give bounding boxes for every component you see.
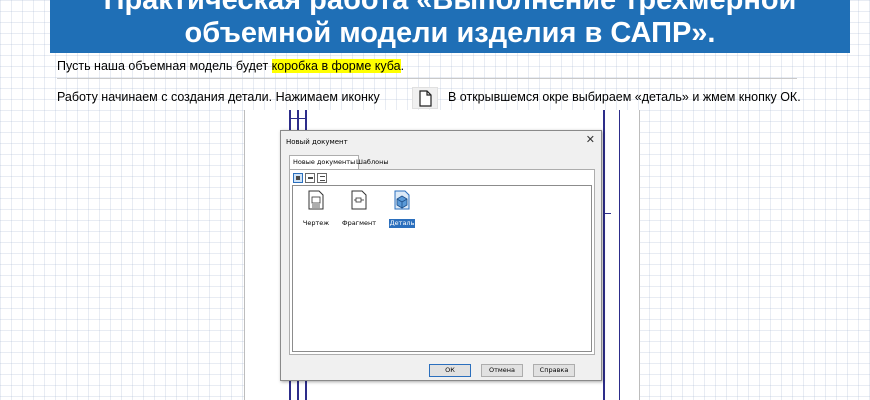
list-item-label: Чертеж bbox=[302, 219, 330, 227]
intro-text: Пусть наша объемная модель будет bbox=[57, 59, 272, 73]
highlighted-phrase: коробка в форме куба bbox=[271, 59, 401, 73]
list-item-label: Фрагмент bbox=[341, 219, 377, 227]
slide-title-banner: Практическая работа «Выполнение трехмерн… bbox=[50, 0, 850, 53]
document-type-list: Чертеж Фрагмент Деталь bbox=[292, 185, 592, 352]
list-item-label: Деталь bbox=[388, 219, 416, 228]
close-icon[interactable]: ✕ bbox=[586, 134, 595, 146]
slide-title-line-1: Практическая работа «Выполнение трехмерн… bbox=[103, 0, 797, 16]
tab-new-documents[interactable]: Новые документы bbox=[289, 155, 360, 170]
drawing-frame-line bbox=[619, 110, 620, 400]
dialog-title: Новый документ bbox=[286, 138, 348, 146]
drawing-frame-line bbox=[603, 213, 611, 214]
small-icons-view-icon[interactable] bbox=[305, 173, 315, 183]
drawing-frame-line bbox=[289, 118, 307, 119]
large-icons-view-icon[interactable] bbox=[293, 173, 303, 183]
tab-templates[interactable]: Шаблоны bbox=[353, 157, 391, 169]
intro-paragraph: Пусть наша объемная модель будет коробка… bbox=[57, 59, 404, 73]
fragment-document-icon bbox=[351, 190, 367, 210]
new-document-icon[interactable] bbox=[412, 87, 438, 109]
drawing-document-icon bbox=[308, 190, 324, 210]
new-document-dialog: Новый документ ✕ Новые документы Шаблоны… bbox=[280, 130, 602, 381]
part-document-icon bbox=[394, 190, 410, 210]
list-item-part[interactable]: Деталь bbox=[382, 190, 422, 229]
drawing-frame-line bbox=[603, 110, 605, 400]
cancel-button[interactable]: Отмена bbox=[481, 364, 523, 377]
list-item-drawing[interactable]: Чертеж bbox=[296, 190, 336, 229]
intro-text-end: . bbox=[400, 59, 405, 73]
slide-title-line-2: объемной модели изделия в САПР». bbox=[184, 17, 716, 49]
divider-line bbox=[57, 78, 797, 79]
list-view-icon[interactable] bbox=[317, 173, 327, 183]
list-item-fragment[interactable]: Фрагмент bbox=[339, 190, 379, 229]
instruction-text-part-1: Работу начинаем с создания детали. Нажим… bbox=[57, 90, 380, 104]
ok-button[interactable]: ОК bbox=[429, 364, 471, 377]
help-button[interactable]: Справка bbox=[533, 364, 575, 377]
tab-panel: Чертеж Фрагмент Деталь bbox=[289, 169, 595, 355]
instruction-text-part-2: В открывшемся окре выбираем «деталь» и ж… bbox=[448, 90, 801, 104]
